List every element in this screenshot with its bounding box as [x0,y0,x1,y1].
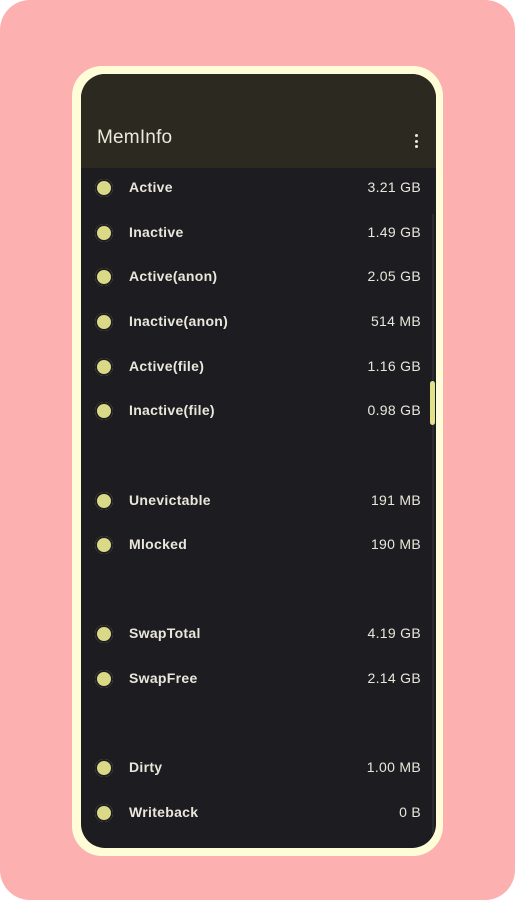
item-value: 190 MB [370,536,421,552]
list-item[interactable]: Dirty 1.00 MB [81,748,436,788]
item-value: 191 MB [370,492,421,508]
list-item[interactable]: SwapFree 2.14 GB [81,659,436,699]
list-item[interactable]: Writeback 0 B [81,793,436,833]
radio-dot-icon [95,313,113,331]
item-label: Mlocked [129,536,188,552]
app-title: MemInfo [97,127,173,148]
item-label: Active(file) [129,358,205,374]
item-label: SwapTotal [129,625,201,641]
scrollbar-track[interactable] [432,214,434,834]
list-item[interactable]: Inactive(anon) 514 MB [81,302,436,342]
item-label: Active(anon) [129,268,218,284]
item-value: 514 MB [370,313,421,329]
scrollbar-thumb[interactable] [430,381,435,425]
radio-dot-icon [95,268,113,286]
list-item[interactable]: SwapTotal 4.19 GB [81,614,436,654]
item-value: 1.49 GB [367,224,421,240]
item-label: SwapFree [129,670,198,686]
item-label: Inactive [129,224,184,240]
more-vert-icon[interactable] [408,130,424,152]
list-item[interactable]: Inactive 1.49 GB [81,213,436,253]
item-value: 1.00 MB [366,759,421,775]
radio-dot-icon [95,536,113,554]
radio-dot-icon [95,402,113,420]
item-label: Unevictable [129,492,211,508]
list-item[interactable]: Unevictable 191 MB [81,481,436,521]
item-value: 2.05 GB [367,268,421,284]
list-item[interactable]: Active(anon) 2.05 GB [81,257,436,297]
radio-dot-icon [95,804,113,822]
app-bar: MemInfo [81,74,436,168]
radio-dot-icon [95,179,113,197]
item-label: Dirty [129,759,163,775]
list-item[interactable]: Active(file) 1.16 GB [81,347,436,387]
list-item[interactable]: Active 3.21 GB [81,168,436,208]
radio-dot-icon [95,670,113,688]
radio-dot-icon [95,358,113,376]
item-label: Active [129,179,173,195]
item-label: Writeback [129,804,199,820]
item-value: 4.19 GB [367,625,421,641]
item-label: Inactive(anon) [129,313,229,329]
item-label: Inactive(file) [129,402,215,418]
radio-dot-icon [95,625,113,643]
item-value: 0 B [399,804,421,820]
radio-dot-icon [95,759,113,777]
radio-dot-icon [95,224,113,242]
list-item[interactable]: Inactive(file) 0.98 GB [81,391,436,431]
item-value: 1.16 GB [367,358,421,374]
item-value: 0.98 GB [367,402,421,418]
list-item[interactable]: Mlocked 190 MB [81,525,436,565]
item-value: 3.21 GB [367,179,421,195]
item-value: 2.14 GB [367,670,421,686]
radio-dot-icon [95,492,113,510]
app-screen: MemInfo Active 3.21 GB Inactive 1.49 GB … [81,74,436,848]
